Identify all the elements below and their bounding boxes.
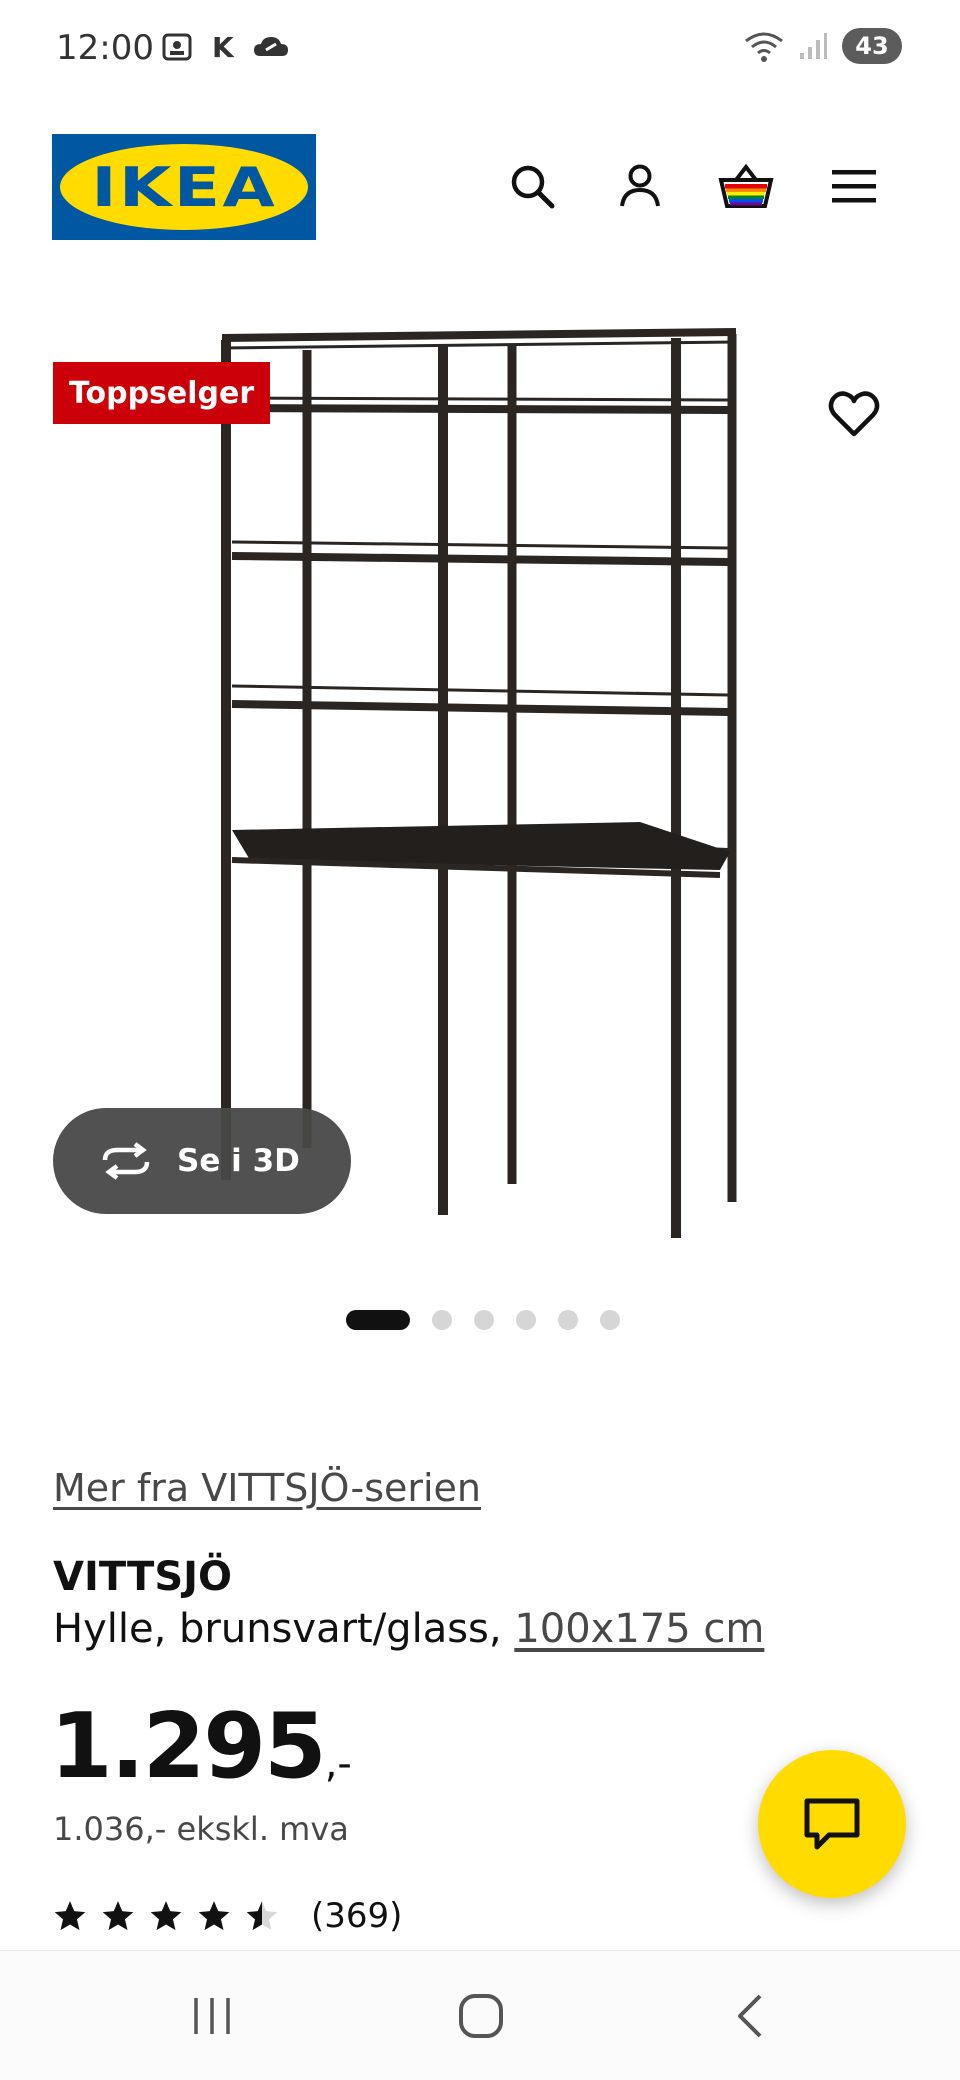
pagination-dot[interactable] [432, 1310, 452, 1330]
view-3d-button[interactable]: Se i 3D [53, 1108, 351, 1214]
home-icon [459, 1994, 503, 2038]
cloud-icon [253, 37, 288, 56]
price-excluding-vat: 1.036,- ekskl. mva [53, 1810, 349, 1848]
logo-ellipse: IKEA [60, 144, 308, 230]
account-button[interactable] [608, 154, 672, 218]
product-rating[interactable]: (369) [53, 1896, 402, 1936]
heart-icon [828, 391, 880, 437]
back-icon [738, 1994, 762, 2038]
series-link[interactable]: Mer fra VITTSJÖ-serien [53, 1466, 481, 1510]
pagination-dot[interactable] [474, 1310, 494, 1330]
star-icon [102, 1901, 134, 1931]
rotate-3d-icon [102, 1142, 150, 1180]
star-icon [54, 1901, 86, 1931]
search-button[interactable] [500, 154, 564, 218]
recent-apps-button[interactable] [172, 1981, 252, 2051]
site-header: IKEA [0, 130, 960, 242]
view-3d-label: Se i 3D [177, 1143, 300, 1179]
back-button[interactable] [710, 1981, 790, 2051]
pagination-dot[interactable] [516, 1310, 536, 1330]
chat-button[interactable] [758, 1750, 906, 1898]
bestseller-badge: Toppselger [53, 362, 271, 424]
account-icon [620, 164, 660, 207]
basket-button[interactable] [714, 154, 778, 218]
home-button[interactable] [441, 1981, 521, 2051]
wifi-icon [745, 32, 783, 62]
recent-apps-icon [194, 1998, 230, 2034]
gallery-pagination [0, 1310, 960, 1330]
product-name: VITTSJÖ [53, 1554, 233, 1600]
chat-icon [804, 1798, 860, 1850]
star-icon [198, 1901, 230, 1931]
pagination-dot[interactable] [600, 1310, 620, 1330]
pagination-dot[interactable] [558, 1310, 578, 1330]
signal-icon [800, 33, 827, 59]
rating-count: (369) [311, 1896, 403, 1936]
status-bar: 12:00 K 43 [0, 0, 960, 100]
screenshot-icon [162, 33, 192, 61]
search-icon [511, 165, 555, 209]
battery-indicator: 43 [842, 28, 902, 64]
product-description-text: Hylle, brunsvart/glass, [53, 1606, 515, 1652]
status-time: 12:00 [56, 28, 154, 68]
size-link[interactable]: 100x175 cm [514, 1606, 764, 1652]
ikea-logo[interactable]: IKEA [52, 134, 316, 240]
menu-icon [832, 170, 876, 203]
status-k-label: K [212, 30, 234, 64]
half-star-icon [246, 1901, 278, 1931]
pagination-dot-active[interactable] [346, 1310, 410, 1330]
favorite-button[interactable] [822, 382, 886, 446]
menu-button[interactable] [822, 154, 886, 218]
price-value: 1.295 [50, 1694, 327, 1799]
product-price: 1.295,- [50, 1694, 352, 1799]
status-system-icons: 43 [744, 28, 902, 64]
basket-icon [718, 163, 774, 208]
status-notification-icons: K [160, 30, 290, 64]
price-suffix: ,- [324, 1741, 352, 1787]
logo-text: IKEA [91, 155, 277, 219]
star-icon [150, 1901, 182, 1931]
product-description: Hylle, brunsvart/glass, 100x175 cm [53, 1606, 764, 1652]
system-navigation-bar [0, 1950, 960, 2080]
